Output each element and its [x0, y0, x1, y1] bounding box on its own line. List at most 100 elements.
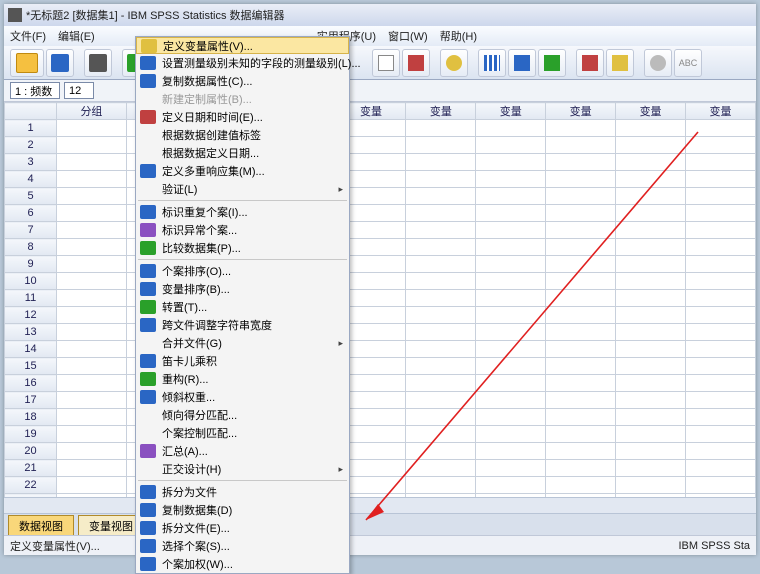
menu-separator [138, 259, 347, 260]
menu-item[interactable]: 笛卡儿乘积 [136, 352, 349, 370]
print-button[interactable] [84, 49, 112, 77]
vars-icon [408, 55, 424, 71]
menu-item-label: 倾向得分匹配... [162, 407, 237, 423]
menu-item-icon [140, 164, 156, 178]
menu-item-label: 变量排序(B)... [162, 281, 230, 297]
menu-item[interactable]: 复制数据集(D) [136, 501, 349, 519]
menu-file[interactable]: 文件(F) [4, 28, 52, 44]
spellcheck-button[interactable]: ABC [674, 49, 702, 77]
menu-item-label: 个案加权(W)... [162, 556, 233, 572]
menu-item[interactable]: 倾向得分匹配... [136, 406, 349, 424]
menu-window[interactable]: 窗口(W) [382, 28, 434, 44]
menu-item[interactable]: 选择个案(S)... [136, 537, 349, 555]
menu-item-icon [140, 205, 156, 219]
data-grid[interactable]: 分组变量变量变量变量变量变量变量变量变量12345678910111213141… [4, 102, 756, 497]
select-cases-button[interactable] [538, 49, 566, 77]
menu-item-icon [140, 390, 156, 404]
menu-item[interactable]: 重构(R)... [136, 370, 349, 388]
tab-data-view[interactable]: 数据视图 [8, 515, 74, 535]
save-button[interactable] [46, 49, 74, 77]
menu-item[interactable]: 验证(L) [136, 180, 349, 198]
menu-item[interactable]: 拆分为文件 [136, 483, 349, 501]
variables-button[interactable] [402, 49, 430, 77]
menu-item[interactable]: 根据数据定义日期... [136, 144, 349, 162]
split-icon [484, 55, 500, 71]
menu-item[interactable]: 合并文件(G) [136, 334, 349, 352]
menu-item-label: 定义多重响应集(M)... [162, 163, 265, 179]
menu-item[interactable]: 个案排序(O)... [136, 262, 349, 280]
menu-item-label: 汇总(A)... [162, 443, 208, 459]
app-window: *无标题2 [数据集1] - IBM SPSS Statistics 数据编辑器… [4, 4, 756, 555]
sets-icon [612, 55, 628, 71]
menu-item[interactable]: 根据数据创建值标签 [136, 126, 349, 144]
menu-item[interactable]: 拆分文件(E)... [136, 519, 349, 537]
select-icon [544, 55, 560, 71]
menu-item[interactable]: 个案加权(W)... [136, 555, 349, 573]
menu-item-icon [140, 503, 156, 517]
goto-case-button[interactable] [372, 49, 400, 77]
menu-item-icon [140, 300, 156, 314]
titlebar: *无标题2 [数据集1] - IBM SPSS Statistics 数据编辑器 [4, 4, 756, 26]
menu-item-icon [140, 485, 156, 499]
circle-icon [650, 55, 666, 71]
menu-item-label: 设置测量级别未知的字段的测量级别(L)... [162, 55, 361, 71]
menu-item-label: 笛卡儿乘积 [162, 353, 217, 369]
menu-item-icon [140, 318, 156, 332]
menu-item[interactable]: 定义多重响应集(M)... [136, 162, 349, 180]
menu-item[interactable]: 复制数据属性(C)... [136, 72, 349, 90]
menu-item-icon [140, 557, 156, 571]
scale-icon [514, 55, 530, 71]
menu-item-icon [140, 372, 156, 386]
cell-address[interactable]: 1 : 频数 [10, 82, 60, 99]
menu-item[interactable]: 汇总(A)... [136, 442, 349, 460]
menu-item-icon [140, 264, 156, 278]
find-button[interactable] [440, 49, 468, 77]
menu-item-label: 标识异常个案... [162, 222, 237, 238]
menu-item-label: 新建定制属性(B)... [162, 91, 252, 107]
menu-item-label: 个案排序(O)... [162, 263, 231, 279]
menu-item[interactable]: 转置(T)... [136, 298, 349, 316]
value-labels-button[interactable] [576, 49, 604, 77]
menu-edit[interactable]: 编辑(E) [52, 28, 101, 44]
menu-item-label: 合并文件(G) [162, 335, 222, 351]
menu-item-icon [140, 74, 156, 88]
open-button[interactable] [10, 49, 44, 77]
window-title: *无标题2 [数据集1] - IBM SPSS Statistics 数据编辑器 [26, 7, 285, 23]
split-button[interactable] [478, 49, 506, 77]
use-sets-button[interactable] [606, 49, 634, 77]
menu-item[interactable]: 正交设计(H) [136, 460, 349, 478]
menu-item-label: 标识重复个案(I)... [162, 204, 248, 220]
menu-help[interactable]: 帮助(H) [434, 28, 483, 44]
cell-editor-bar: 1 : 频数 12 [4, 80, 756, 102]
menu-item[interactable]: 变量排序(B)... [136, 280, 349, 298]
show-all-button[interactable] [644, 49, 672, 77]
menu-item[interactable]: 标识重复个案(I)... [136, 203, 349, 221]
menu-item-label: 复制数据属性(C)... [162, 73, 252, 89]
menu-item[interactable]: 设置测量级别未知的字段的测量级别(L)... [136, 54, 349, 72]
menu-separator [138, 480, 347, 481]
menu-item[interactable]: 标识异常个案... [136, 221, 349, 239]
menu-item[interactable]: 倾斜权重... [136, 388, 349, 406]
statusbar: 定义变量属性(V)... IBM SPSS Sta [4, 535, 756, 555]
menu-item-icon [140, 354, 156, 368]
crosshair-icon [378, 55, 394, 71]
menu-item-label: 拆分文件(E)... [162, 520, 230, 536]
menu-item-icon [140, 56, 156, 70]
menu-item[interactable]: 跨文件调整字符串宽度 [136, 316, 349, 334]
hscrollbar[interactable] [4, 497, 756, 513]
menu-item-label: 正交设计(H) [162, 461, 221, 477]
cell-value[interactable]: 12 [64, 82, 94, 99]
menu-item[interactable]: 比较数据集(P)... [136, 239, 349, 257]
menu-item-label: 重构(R)... [162, 371, 208, 387]
menu-item[interactable]: 定义变量属性(V)... [136, 37, 349, 54]
weight-button[interactable] [508, 49, 536, 77]
menu-item-icon [140, 282, 156, 296]
data-menu-dropdown[interactable]: 定义变量属性(V)...设置测量级别未知的字段的测量级别(L)...复制数据属性… [135, 36, 350, 574]
menu-item-label: 复制数据集(D) [162, 502, 232, 518]
menu-item-icon [140, 444, 156, 458]
menubar[interactable]: 文件(F) 编辑(E) 实用程序(U) 窗口(W) 帮助(H) [4, 26, 756, 46]
print-icon [89, 54, 107, 72]
menu-item[interactable]: 个案控制匹配... [136, 424, 349, 442]
menu-item[interactable]: 定义日期和时间(E)... [136, 108, 349, 126]
menu-item-icon [140, 521, 156, 535]
